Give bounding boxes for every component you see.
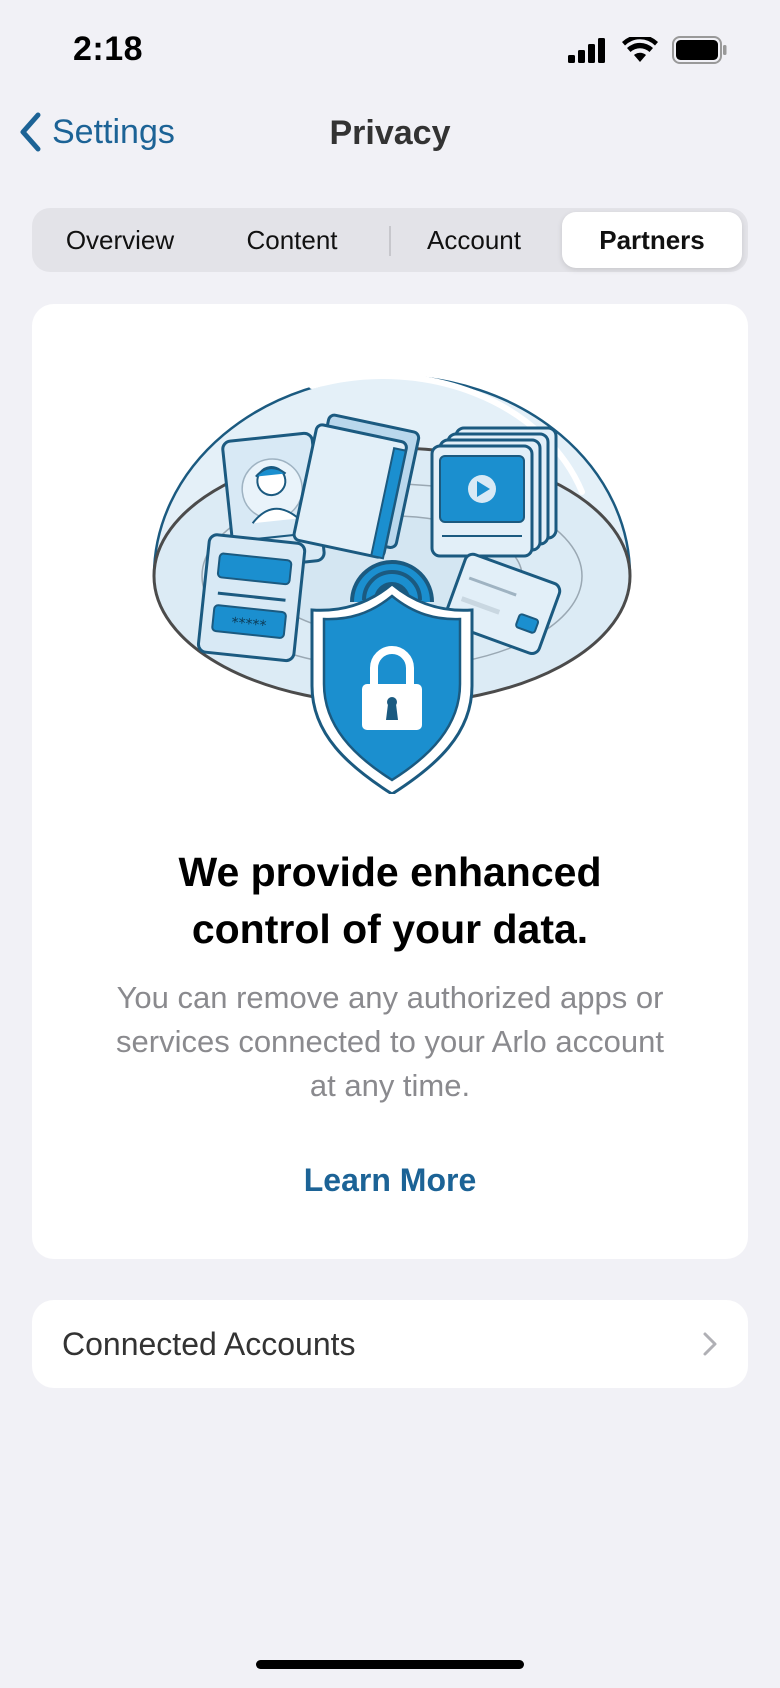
status-time: 2:18 [73, 30, 144, 68]
battery-icon [672, 36, 727, 64]
headline-line-2: control of your data. [191, 906, 589, 952]
home-indicator [256, 1660, 524, 1669]
privacy-info-card: ***** We provide enhanced control of you… [32, 304, 748, 1259]
tab-overview[interactable]: Overview [40, 212, 200, 268]
headline-line-1: We provide enhanced [178, 849, 602, 895]
learn-more-link[interactable]: Learn More [32, 1162, 748, 1199]
data-protection-illustration: ***** [152, 373, 632, 794]
description-line-2: services connected to your Arlo account [116, 1024, 664, 1059]
wifi-icon [622, 37, 658, 62]
tab-partners[interactable]: Partners [562, 212, 742, 268]
status-bar: 2:18 [0, 0, 780, 100]
chevron-right-icon [703, 1332, 717, 1356]
video-files-graphic [430, 426, 558, 558]
password-card-graphic: ***** [196, 533, 307, 663]
status-icons [568, 36, 728, 64]
page-title: Privacy [329, 114, 451, 152]
connected-accounts-row[interactable]: Connected Accounts [32, 1300, 748, 1388]
tab-account[interactable]: Account [394, 212, 554, 268]
segment-divider [389, 226, 391, 256]
segmented-control: Overview Content Account Partners [32, 208, 748, 272]
headline: We provide enhanced control of your data… [32, 844, 748, 958]
tab-content[interactable]: Content [212, 212, 372, 268]
description-line-3: at any time. [309, 1068, 471, 1103]
description-line-1: You can remove any authorized apps or [116, 980, 664, 1015]
description: You can remove any authorized apps or se… [72, 976, 708, 1108]
cellular-signal-icon [568, 38, 605, 63]
navigation-bar: Settings Privacy [0, 100, 780, 166]
connected-accounts-label: Connected Accounts [62, 1325, 356, 1362]
lock-shield-icon [310, 582, 474, 794]
